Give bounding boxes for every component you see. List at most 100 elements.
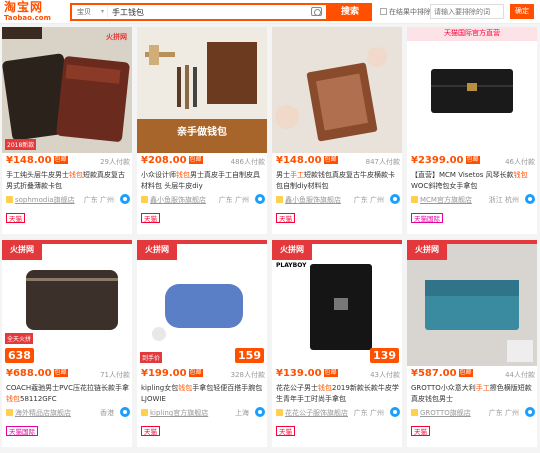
product-title[interactable]: 小众设计师钱包男士真皮手工自制皮具材料包 头层牛皮diy <box>141 170 265 192</box>
exclude-checkbox[interactable] <box>380 8 387 15</box>
product-image[interactable]: 火拼网 全天火拼 638 <box>2 240 132 366</box>
shop-link[interactable]: 海外精品店旗舰店 <box>15 409 71 417</box>
logo-main-text: 淘宝网 <box>4 0 44 14</box>
shop-link[interactable]: GROTTO旗舰店 <box>420 409 471 417</box>
title-part: 58112GFC <box>20 395 57 403</box>
title-part: 【直营】MCM Visetos 风琴长款 <box>411 171 514 179</box>
product-card[interactable]: 火拼网 PLAYBOY 139 ¥139.00 包邮 43人付款 花花公子男士钱包2… <box>272 240 402 447</box>
mcm-wallet-photo <box>407 27 537 153</box>
product-image[interactable] <box>272 27 402 153</box>
image-price: 139 <box>370 348 399 363</box>
shop-icon <box>411 196 418 203</box>
tmall-badge[interactable]: 天猫 <box>141 213 160 223</box>
title-highlight: 钱包 <box>178 384 193 392</box>
shop-link[interactable]: 鑫小鱼服饰旗舰店 <box>150 196 206 204</box>
product-title[interactable]: COACH蔻驰男士PVC压花拉链长款手拿钱包58112GFC <box>6 383 130 405</box>
free-shipping-tag: 包邮 <box>188 369 203 377</box>
image-top-banner: 天猫国际官方直营 <box>444 29 500 37</box>
product-title[interactable]: 男士手工短款钱包真皮复古牛皮横款卡包自制diy材料包 <box>276 170 400 192</box>
title-highlight: 钱包 <box>318 384 332 392</box>
wangwang-chat-icon[interactable] <box>525 194 535 204</box>
tmall-global-badge[interactable]: 天猫国际 <box>6 426 38 436</box>
wangwang-chat-icon[interactable] <box>525 407 535 417</box>
shop-link[interactable]: 鑫小鱼服饰旗舰店 <box>285 196 341 204</box>
search-scope-label: 宝贝 <box>77 8 91 16</box>
wangwang-chat-icon[interactable] <box>120 407 130 417</box>
location: 浙江 杭州 <box>488 196 519 204</box>
free-shipping-tag: 包邮 <box>458 369 473 377</box>
image-price: 638 <box>5 348 34 363</box>
product-price: ¥208.00 <box>141 155 187 166</box>
wangwang-chat-icon[interactable] <box>120 194 130 204</box>
product-image[interactable]: 亲手做钱包 <box>137 27 267 153</box>
wangwang-chat-icon[interactable] <box>255 194 265 204</box>
product-title[interactable]: GROTTO小众意大利手工擦色横版短款真皮钱包男士 <box>411 383 535 405</box>
product-card[interactable]: 火拼网 ¥587.00 包邮 44人付款 GROTTO小众意大利手工擦色横版短款真皮… <box>407 240 537 447</box>
product-title[interactable]: kipling女包钱包手拿包轻便百搭手腕包 LJOWIE <box>141 383 265 405</box>
sales-count: 29人付款 <box>100 158 130 166</box>
top-search-bar: 淘宝网 Taobao.com 宝贝 ▾ 搜索 在结果中排除 确定 <box>0 0 540 24</box>
image-overlay-text: 亲手做钱包 <box>177 127 227 138</box>
image-brand-label: PLAYBOY <box>276 262 307 269</box>
shop-link[interactable]: sophmodia旗舰店 <box>15 196 75 204</box>
title-part: 男士 <box>276 171 290 179</box>
search-input[interactable] <box>112 6 302 18</box>
sales-count: 847人付款 <box>365 158 400 166</box>
free-shipping-tag: 包邮 <box>465 156 480 164</box>
product-title[interactable]: 手工纯头层牛皮男士钱包短款真皮复古男式折叠薄款卡包 <box>6 170 130 192</box>
tmall-badge[interactable]: 天猫 <box>6 213 25 223</box>
title-highlight: 钱包 <box>69 171 83 179</box>
location: 上海 <box>235 409 249 417</box>
free-shipping-tag: 包邮 <box>188 156 203 164</box>
hot-banner: 火拼网 <box>137 240 177 260</box>
tmall-badge[interactable]: 天猫 <box>411 426 430 436</box>
product-image[interactable]: 天猫国际官方直营 <box>407 27 537 153</box>
confirm-button[interactable]: 确定 <box>510 4 534 19</box>
shop-link[interactable]: 花花公子服饰旗舰店 <box>285 409 348 417</box>
product-card[interactable]: 火拼网 到手价 159 ¥199.00 包邮 328人付款 kipling女包钱包手… <box>137 240 267 447</box>
hot-label: 火拼网 <box>106 33 127 41</box>
product-image[interactable]: 火拼网 到手价 159 <box>137 240 267 366</box>
product-image[interactable]: 火拼网 PLAYBOY 139 <box>272 240 402 366</box>
title-highlight: 手工 <box>475 384 490 392</box>
title-part: GROTTO小众意大利 <box>411 384 476 392</box>
exclude-label: 在结果中排除 <box>389 8 431 16</box>
location: 广东 广州 <box>353 196 384 204</box>
product-card[interactable]: 火拼网 2018新款 ¥148.00 包邮 29人付款 手工纯头层牛皮男士钱包短款真… <box>2 27 132 234</box>
tmall-badge[interactable]: 天猫 <box>276 213 295 223</box>
camera-search-icon[interactable] <box>311 7 322 16</box>
search-scope-select[interactable]: 宝贝 ▾ <box>74 6 108 18</box>
tmall-badge[interactable]: 天猫 <box>141 426 160 436</box>
wangwang-chat-icon[interactable] <box>255 407 265 417</box>
shop-link[interactable]: kipling官方旗舰店 <box>150 409 208 417</box>
wangwang-chat-icon[interactable] <box>390 194 400 204</box>
hot-banner: 火拼网 <box>407 240 447 260</box>
product-card[interactable]: 天猫国际官方直营 ¥2399.00 包邮 46人付款 【直营】MCM Visetos… <box>407 27 537 234</box>
shop-link[interactable]: MCM官方旗舰店 <box>420 196 472 204</box>
sales-count: 71人付款 <box>100 371 130 379</box>
title-highlight: 钱包 <box>6 395 20 403</box>
tmall-badge[interactable]: 天猫 <box>276 426 295 436</box>
tmall-global-badge[interactable]: 天猫国际 <box>411 213 443 223</box>
title-part: 花花公子男士 <box>276 384 318 392</box>
wangwang-chat-icon[interactable] <box>390 407 400 417</box>
shop-icon <box>6 196 13 203</box>
shop-icon <box>141 196 148 203</box>
title-highlight: 钱包 <box>176 171 190 179</box>
taobao-logo[interactable]: 淘宝网 Taobao.com <box>4 1 62 23</box>
sales-count: 43人付款 <box>370 371 400 379</box>
exclude-in-results[interactable]: 在结果中排除 <box>380 7 431 17</box>
product-image[interactable]: 火拼网 2018新款 <box>2 27 132 153</box>
product-card[interactable]: ¥148.00 包邮 847人付款 男士手工短款钱包真皮复古牛皮横款卡包自制diy材… <box>272 27 402 234</box>
title-highlight: 钱包 <box>513 171 528 179</box>
search-button[interactable]: 搜索 <box>328 3 372 21</box>
location: 广东 广州 <box>83 196 114 204</box>
exclude-input[interactable] <box>430 4 504 19</box>
product-title[interactable]: 花花公子男士钱包2019新款长款牛皮学生青年手工时尚手拿包 <box>276 383 400 405</box>
sales-count: 44人付款 <box>505 371 535 379</box>
product-card[interactable]: 火拼网 全天火拼 638 ¥688.00 包邮 71人付款 COACH蔻驰男士PVC… <box>2 240 132 447</box>
location: 香港 <box>100 409 114 417</box>
product-card[interactable]: 亲手做钱包 ¥208.00 包邮 486人付款 小众设计师钱包男士真皮手工自制皮具材… <box>137 27 267 234</box>
product-image[interactable]: 火拼网 <box>407 240 537 366</box>
product-title[interactable]: 【直营】MCM Visetos 风琴长款钱包 WOC斜挎包女手拿包 <box>411 170 535 192</box>
